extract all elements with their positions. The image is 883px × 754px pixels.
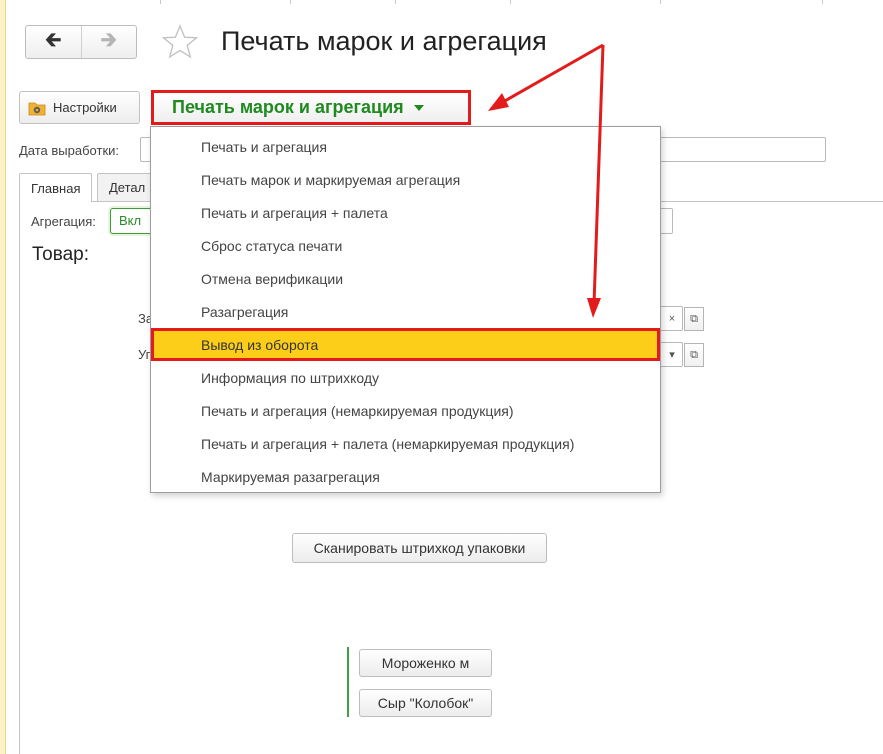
settings-button-label: Настройки <box>53 100 117 115</box>
open-button-2[interactable]: ⧉ <box>684 343 704 367</box>
aggregation-label: Агрегация: <box>31 214 96 229</box>
menu-item-label: Печать марок и маркируемая агрегация <box>201 171 461 188</box>
menu-item-print-marks-aggregation[interactable]: Печать марок и маркируемая агрегация <box>151 163 660 196</box>
product-button-2[interactable]: Сыр "Колобок" <box>359 689 492 717</box>
menu-item-cancel-verification[interactable]: Отмена верификации <box>151 262 660 295</box>
settings-button[interactable]: Настройки <box>19 91 140 124</box>
menu-item-print-aggregation-unmarked[interactable]: Печать и агрегация (немаркируемая продук… <box>151 394 660 427</box>
star-icon[interactable] <box>162 24 198 60</box>
tab-main-label: Главная <box>31 180 81 196</box>
product-button-1[interactable]: Мороженко м <box>359 649 492 677</box>
scan-barcode-button-label: Сканировать штрихкод упаковки <box>313 540 526 556</box>
open-window-icon: ⧉ <box>690 312 698 325</box>
close-icon: × <box>668 312 676 325</box>
left-panel-edge <box>0 0 6 754</box>
settings-folder-icon <box>28 102 46 115</box>
dropdown-button[interactable]: ▾ <box>661 343 683 366</box>
print-aggregation-dropdown-button[interactable]: Печать марок и агрегация <box>151 90 471 125</box>
menu-item-label: Отмена верификации <box>201 270 344 287</box>
menu-item-disaggregation[interactable]: Разагрегация <box>151 295 660 328</box>
menu-item-print-aggregation-pallet-unmarked[interactable]: Печать и агрегация + палета (немаркируем… <box>151 427 660 460</box>
navigation-buttons: 🡰 🡲 <box>25 25 137 59</box>
top-border <box>0 0 883 4</box>
chevron-down-icon <box>413 104 424 111</box>
date-label: Дата выработки: <box>19 143 120 158</box>
menu-item-withdraw-from-circulation[interactable]: Вывод из оборота <box>151 328 660 361</box>
menu-item-print-aggregation[interactable]: Печать и агрегация <box>151 130 660 163</box>
arrow-right-icon: 🡲 <box>100 29 117 51</box>
scan-barcode-button[interactable]: Сканировать штрихкод упаковки <box>292 533 547 563</box>
menu-item-label: Информация по штрихкоду <box>201 369 380 386</box>
menu-item-label: Печать и агрегация + палета <box>201 204 388 221</box>
back-button[interactable]: 🡰 <box>26 26 82 58</box>
open-window-icon: ⧉ <box>690 348 698 361</box>
tab-details-label: Детал <box>109 180 146 195</box>
group-indicator <box>347 647 349 717</box>
field2-label: Уг <box>138 347 151 362</box>
tab-main[interactable]: Главная <box>19 173 93 202</box>
tab-details[interactable]: Детал <box>97 173 157 201</box>
menu-item-print-aggregation-pallet[interactable]: Печать и агрегация + палета <box>151 196 660 229</box>
menu-item-label: Разагрегация <box>201 303 289 320</box>
menu-item-label: Маркируемая разагрегация <box>201 468 380 485</box>
caret-down-icon: ▾ <box>669 349 675 361</box>
menu-item-label: Вывод из оборота <box>201 336 319 353</box>
menu-item-label: Печать и агрегация (немаркируемая продук… <box>201 402 514 419</box>
menu-item-label: Печать и агрегация + палета (немаркируем… <box>201 435 575 452</box>
product-heading: Товар: <box>32 244 89 265</box>
menu-item-label: Сброс статуса печати <box>201 237 343 254</box>
arrowhead-icon <box>488 93 509 111</box>
menu-item-label: Печать и агрегация <box>201 138 327 155</box>
menu-item-barcode-info[interactable]: Информация по штрихкоду <box>151 361 660 394</box>
arrow-left-icon: 🡰 <box>45 29 62 51</box>
menu-item-marked-disaggregation[interactable]: Маркируемая разагрегация <box>151 460 660 493</box>
product-button-label: Мороженко м <box>381 655 470 671</box>
clear-button[interactable]: × <box>661 307 683 330</box>
page-title: Печать марок и агрегация <box>221 26 547 56</box>
product-button-label: Сыр "Колобок" <box>377 695 474 711</box>
forward-button[interactable]: 🡲 <box>82 26 137 58</box>
print-aggregation-dropdown-label: Печать марок и агрегация <box>172 97 404 117</box>
aggregation-toggle-label: Вкл <box>119 213 142 228</box>
print-aggregation-menu: Печать и агрегация Печать марок и маркир… <box>150 126 661 493</box>
open-button[interactable]: ⧉ <box>684 307 704 331</box>
menu-item-reset-print-status[interactable]: Сброс статуса печати <box>151 229 660 262</box>
